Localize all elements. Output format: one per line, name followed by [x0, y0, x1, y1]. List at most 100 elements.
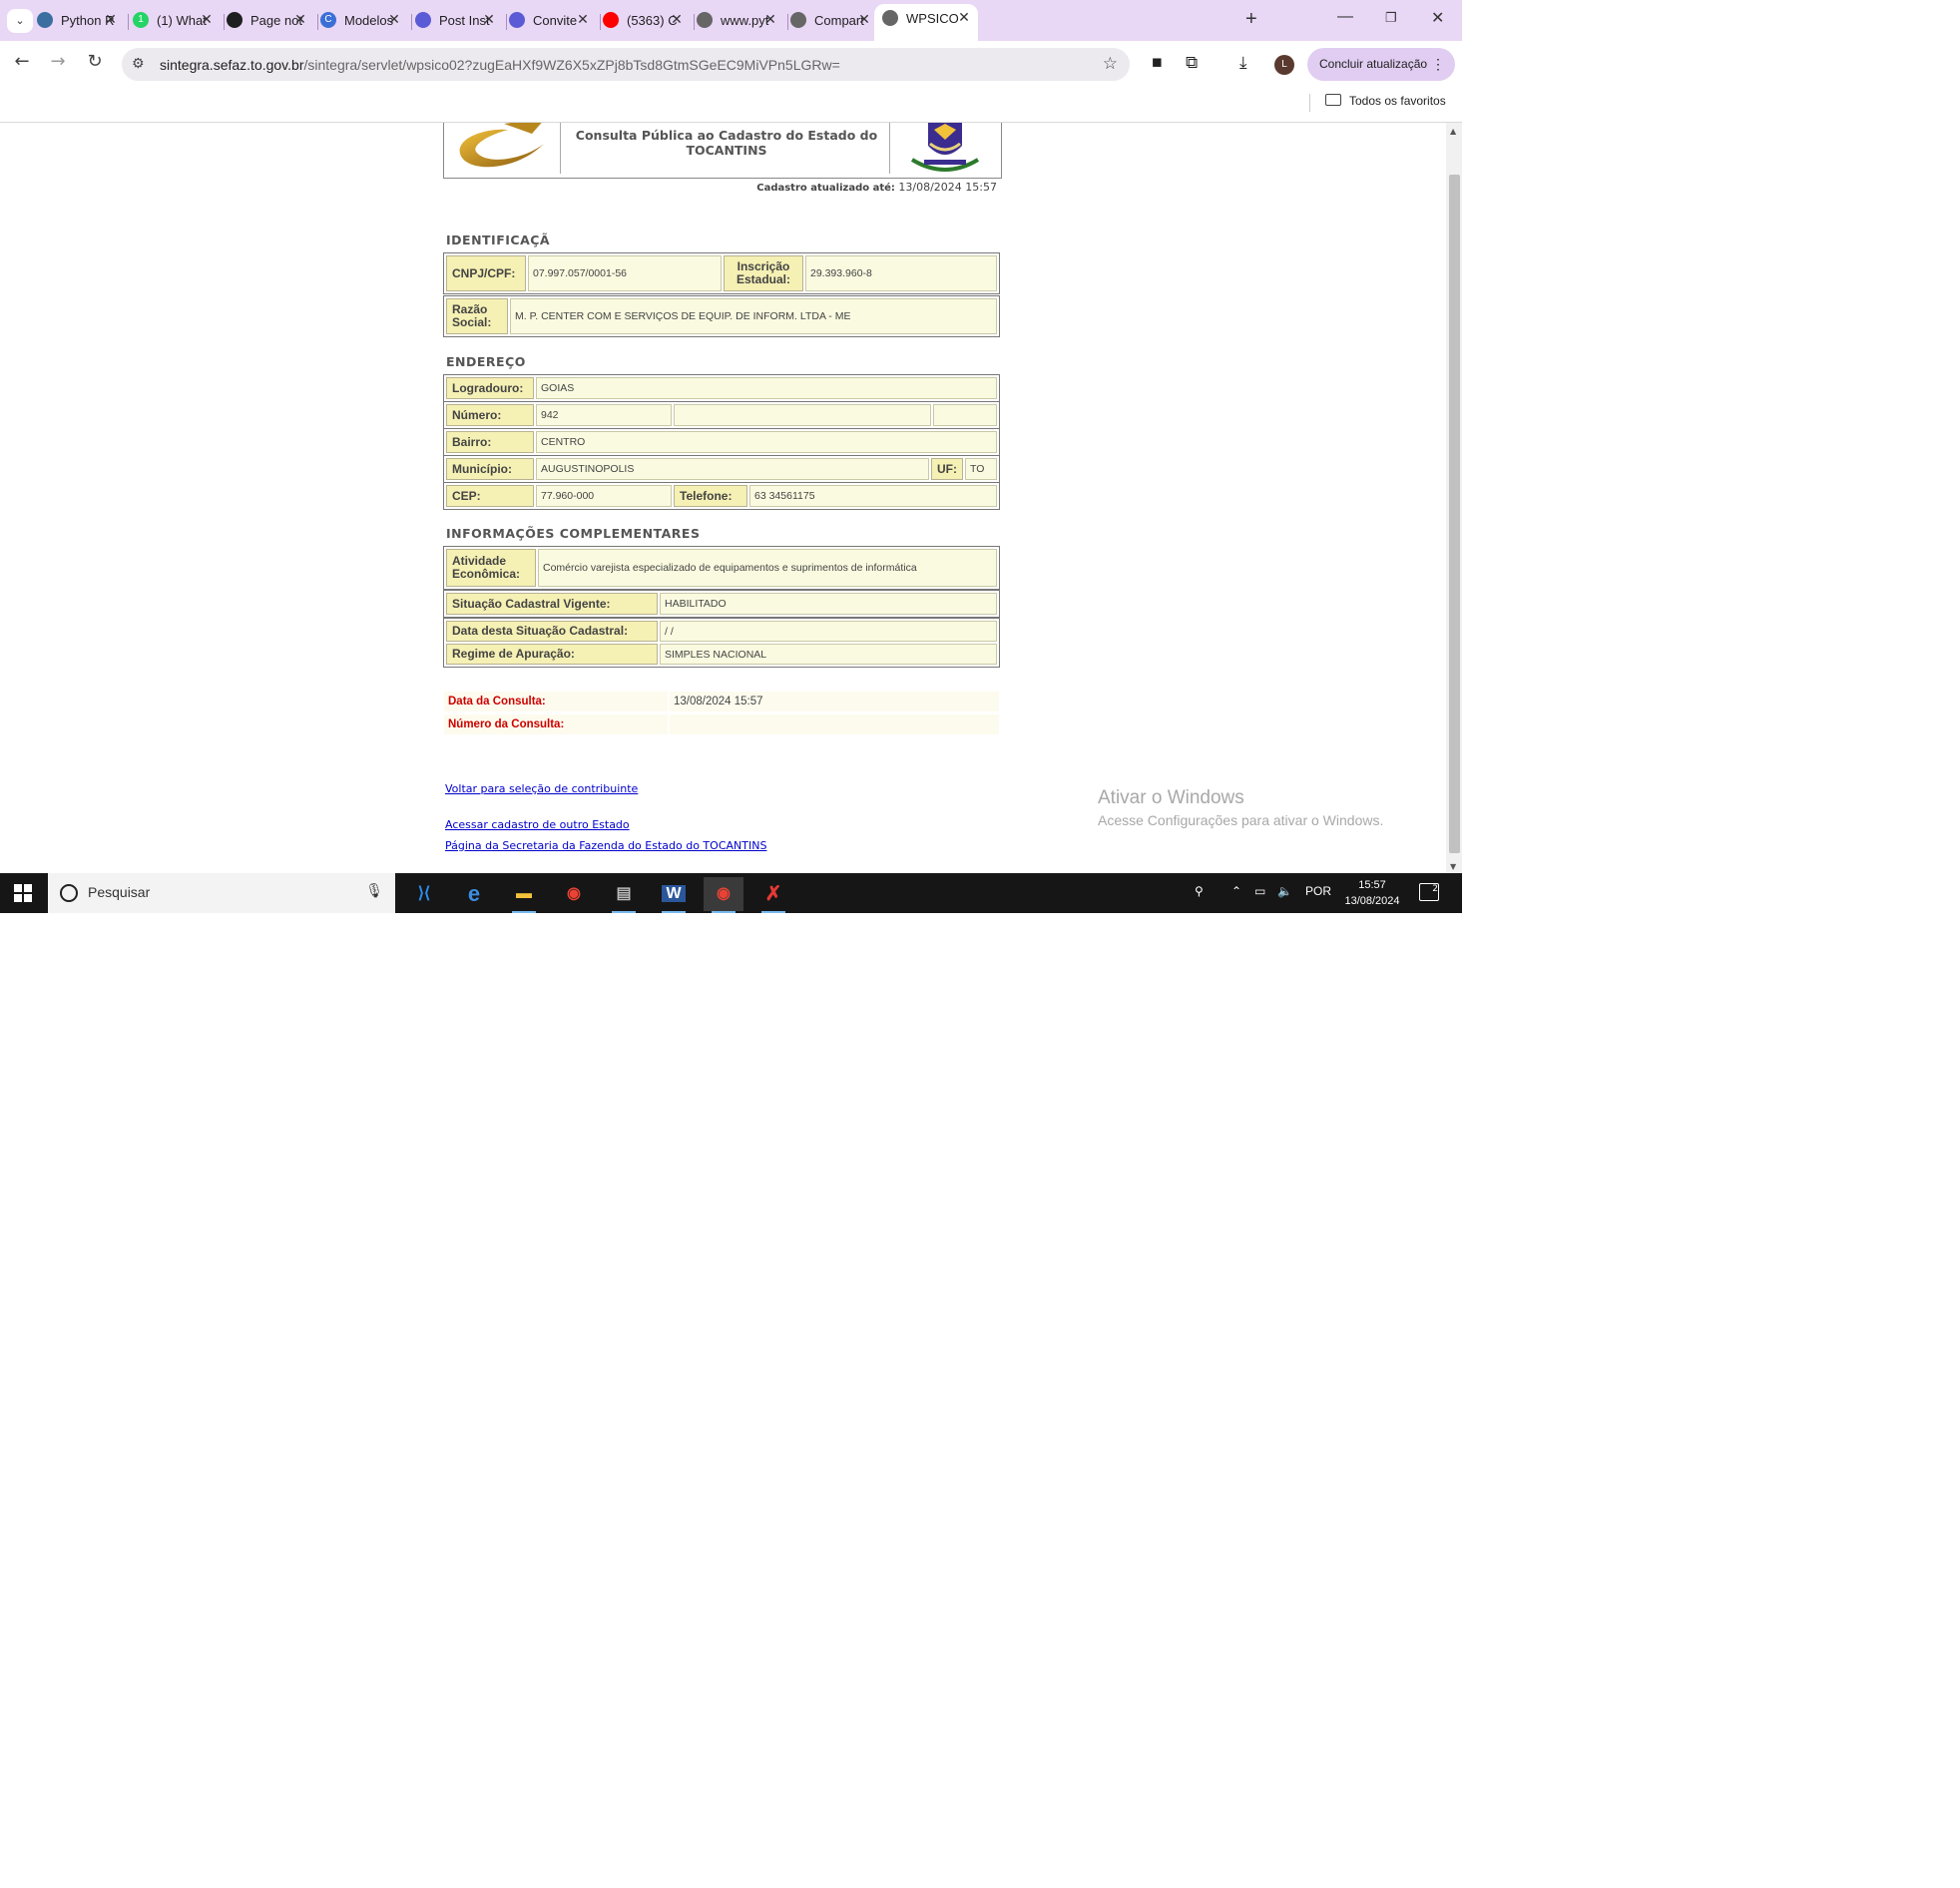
section-identificacao: IDENTIFICAÇÃ — [446, 233, 551, 247]
update-button-label: Concluir atualização — [1319, 57, 1428, 71]
browser-tab[interactable]: Post Inst ✕ — [415, 6, 507, 35]
minimize-button[interactable]: — — [1337, 8, 1353, 26]
word-taskbar-icon[interactable]: W — [654, 877, 694, 913]
update-button[interactable]: Concluir atualização ⋮ — [1307, 48, 1455, 81]
bairro-value: CENTRO — [536, 431, 997, 453]
scroll-down-icon[interactable]: ▼ — [1450, 862, 1456, 871]
new-tab-button[interactable]: + — [1245, 8, 1257, 31]
scroll-up-icon[interactable]: ▲ — [1450, 127, 1456, 136]
tray-chevron-icon[interactable]: ⌃ — [1231, 884, 1241, 898]
site-info-icon[interactable]: ⚙ — [132, 56, 145, 72]
browser-tab[interactable]: C Modelos ✕ — [320, 6, 412, 35]
tab-close-icon[interactable]: ✕ — [103, 11, 119, 28]
people-icon[interactable]: ⚲ — [1195, 884, 1204, 898]
tab-close-icon[interactable]: ✕ — [481, 11, 497, 28]
tab-favicon-icon — [882, 10, 898, 26]
forward-button[interactable]: → — [46, 51, 70, 72]
tab-close-icon[interactable]: ✕ — [669, 11, 685, 28]
situacao-value: HABILITADO — [660, 593, 997, 615]
bookmark-star-icon[interactable]: ☆ — [1103, 54, 1118, 74]
cnpj-label: CNPJ/CPF: — [446, 255, 526, 291]
tab-close-icon[interactable]: ✕ — [575, 11, 591, 28]
numero-label: Número: — [446, 404, 534, 426]
extensions-puzzle-icon[interactable]: ⧉ — [1186, 53, 1198, 73]
profile-avatar[interactable]: L — [1274, 55, 1294, 75]
vscode-taskbar-icon[interactable]: ⟩⟨ — [404, 877, 444, 911]
browser-tab[interactable]: Compart ✕ — [790, 6, 872, 35]
database-taskbar-icon[interactable]: ▤ — [604, 877, 644, 913]
windows-taskbar: Pesquisar 🎙 ⟩⟨ e ▬ ◉ ▤ W ◉ ✗ ⚲ ⌃ ▭ 🔈 POR… — [0, 873, 1462, 913]
browser-tab[interactable]: 1 (1) What ✕ — [133, 6, 225, 35]
tab-close-icon[interactable]: ✕ — [856, 11, 872, 28]
chrome-profile-taskbar-icon[interactable]: ◉ — [704, 877, 743, 913]
razao-social-value: M. P. CENTER COM E SERVIÇOS DE EQUIP. DE… — [510, 298, 997, 334]
network-icon[interactable]: ▭ — [1254, 884, 1265, 898]
close-window-button[interactable]: ✕ — [1431, 8, 1444, 28]
outro-estado-link[interactable]: Acessar cadastro de outro Estado — [445, 818, 630, 831]
file-explorer-taskbar-icon[interactable]: ▬ — [504, 877, 544, 913]
activation-watermark-title: Ativar o Windows — [1098, 787, 1244, 808]
tab-favicon-icon — [227, 12, 243, 28]
tab-separator — [128, 14, 129, 30]
regime-label: Regime de Apuração: — [446, 644, 658, 665]
back-button[interactable]: ← — [10, 51, 34, 72]
atividade-label: Atividade Econômica: — [446, 549, 536, 587]
language-indicator[interactable]: POR — [1305, 884, 1331, 898]
extension-off-icon[interactable]: ◼ — [1152, 55, 1163, 70]
reload-button[interactable]: ↻ — [83, 51, 107, 72]
url-text[interactable]: sintegra.sefaz.to.gov.br/sintegra/servle… — [160, 57, 840, 73]
notification-center-icon[interactable]: 2 — [1419, 883, 1439, 901]
tab-close-icon[interactable]: ✕ — [762, 11, 778, 28]
atividade-value: Comércio varejista especializado de equi… — [538, 549, 997, 587]
taskbar-search-input[interactable]: Pesquisar — [88, 884, 150, 900]
restore-button[interactable]: ❐ — [1385, 10, 1397, 26]
activation-watermark-subtitle: Acesse Configurações para ativar o Windo… — [1098, 812, 1384, 828]
menu-dots-icon[interactable]: ⋮ — [1431, 48, 1445, 81]
municipio-table: Município: AUGUSTINOPOLIS UF: TO — [443, 455, 1000, 483]
chrome-taskbar-icon[interactable]: ◉ — [554, 877, 594, 911]
municipio-value: AUGUSTINOPOLIS — [536, 458, 929, 480]
browser-tab[interactable]: WPSICO ✕ — [874, 4, 978, 41]
voltar-link[interactable]: Voltar para seleção de contribuinte — [445, 782, 638, 795]
browser-tab[interactable]: Convite ✕ — [509, 6, 601, 35]
tab-close-icon[interactable]: ✕ — [199, 11, 215, 28]
browser-tab[interactable]: Page not ✕ — [227, 6, 318, 35]
tab-close-icon[interactable]: ✕ — [956, 9, 972, 26]
tab-close-icon[interactable]: ✕ — [386, 11, 402, 28]
microphone-icon[interactable]: 🎙 — [365, 883, 383, 899]
bairro-label: Bairro: — [446, 431, 534, 453]
edge-taskbar-icon[interactable]: e — [454, 877, 494, 911]
cep-label: CEP: — [446, 485, 534, 507]
data-consulta-label: Data da Consulta: — [444, 692, 668, 711]
clock-date: 13/08/2024 — [1344, 895, 1400, 907]
sintegra-logo — [446, 123, 561, 174]
browser-tab[interactable]: (5363) C ✕ — [603, 6, 695, 35]
razao-table: Razão Social: M. P. CENTER COM E SERVIÇO… — [443, 295, 1000, 337]
browser-toolbar: ← → ↻ ⚙ sintegra.sefaz.to.gov.br/sintegr… — [0, 41, 1462, 86]
tab-close-icon[interactable]: ✕ — [292, 11, 308, 28]
xmind-taskbar-icon[interactable]: ✗ — [753, 877, 793, 913]
tab-favicon-icon — [697, 12, 713, 28]
uf-value: TO — [965, 458, 997, 480]
browser-tab[interactable]: www.pyt ✕ — [697, 6, 788, 35]
tocantins-seal — [889, 123, 1000, 174]
data-situacao-table: Data desta Situação Cadastral: / / Regim… — [443, 618, 1000, 668]
page-scrollbar[interactable]: ▲ ▼ — [1446, 123, 1462, 873]
cep-value: 77.960-000 — [536, 485, 672, 507]
taskbar-search[interactable]: Pesquisar 🎙 — [48, 873, 395, 913]
volume-icon[interactable]: 🔈 — [1277, 884, 1292, 898]
download-icon[interactable]: ⤓ — [1239, 53, 1247, 73]
windows-start-icon[interactable] — [14, 884, 32, 902]
bookmarks-separator — [1309, 94, 1310, 112]
browser-tab[interactable]: Python R ✕ — [37, 6, 129, 35]
tab-search-button[interactable]: ⌄ — [7, 9, 33, 33]
numero-consulta-value — [670, 714, 999, 734]
tab-separator — [411, 14, 412, 30]
taskbar-clock[interactable]: 15:57 13/08/2024 — [1335, 877, 1409, 909]
scrollbar-thumb[interactable] — [1449, 175, 1460, 853]
address-bar[interactable]: ⚙ sintegra.sefaz.to.gov.br/sintegra/serv… — [122, 48, 1130, 81]
inscricao-estadual-value: 29.393.960-8 — [805, 255, 997, 291]
secretaria-link[interactable]: Página da Secretaria da Fazenda do Estad… — [445, 839, 766, 852]
inscricao-estadual-label: Inscrição Estadual: — [724, 255, 803, 291]
all-bookmarks-button[interactable]: Todos os favoritos — [1325, 94, 1446, 108]
